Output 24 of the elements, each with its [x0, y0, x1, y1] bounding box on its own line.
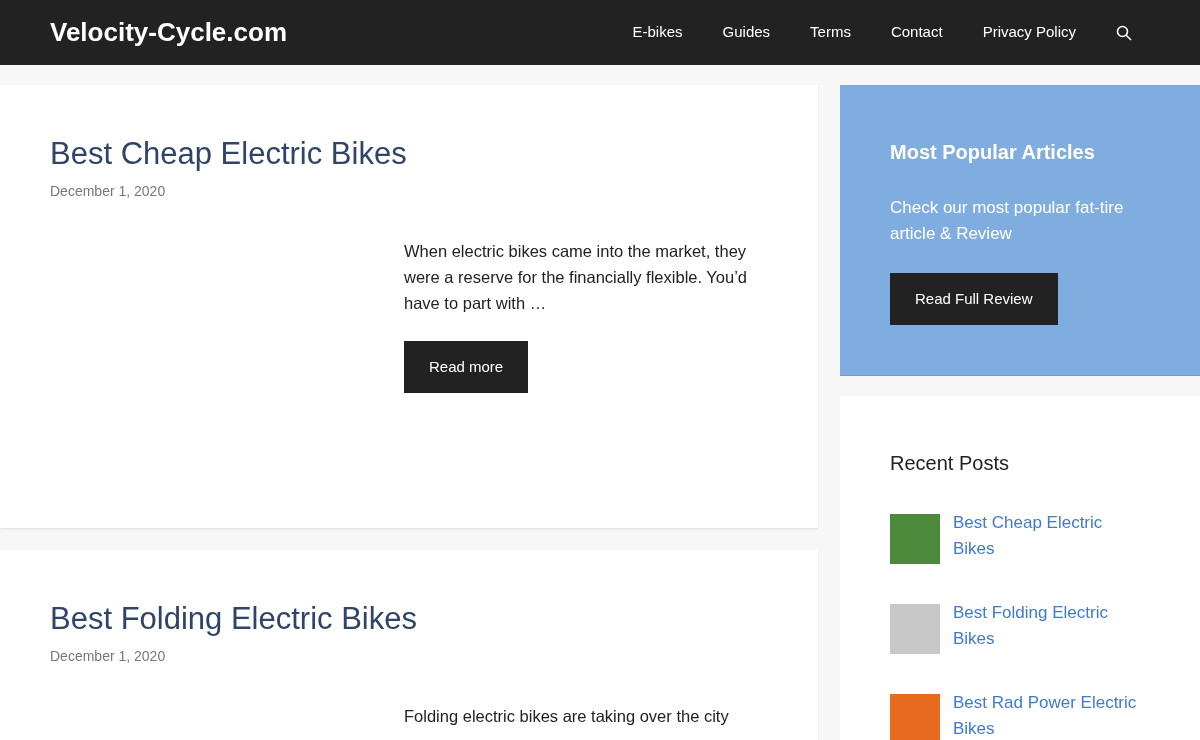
thumbnail-placeholder[interactable] — [890, 514, 940, 564]
post-date: December 1, 2020 — [50, 647, 167, 666]
search-icon[interactable] — [1116, 24, 1132, 41]
post-title[interactable]: Best Folding Electric Bikes — [50, 600, 818, 638]
post-excerpt: When electric bikes came into the market, they were a reserve for the financially flexible. You’d have to part with … — [404, 241, 749, 314]
nav-link[interactable]: Privacy Policy — [962, 21, 1096, 44]
read-more-button[interactable]: Read more — [404, 341, 529, 393]
recent-post-link[interactable]: Best Folding Electric Bikes — [953, 600, 1143, 652]
site-title[interactable]: Velocity-Cycle.com — [50, 13, 287, 52]
post-title[interactable]: Best Cheap Electric Bikes — [50, 135, 818, 173]
nav-link[interactable]: Guides — [702, 21, 791, 44]
recent-post-link[interactable]: Best Cheap Electric Bikes — [953, 510, 1143, 562]
nav-link[interactable]: Contact — [870, 21, 963, 44]
nav-link[interactable]: E-bikes — [612, 21, 703, 44]
promo-text: Check our most popular fat-tire article & Review — [890, 197, 1125, 245]
post-excerpt: Folding electric bikes are taking over the city — [404, 706, 730, 727]
thumbnail-placeholder[interactable] — [890, 604, 940, 654]
read-full-review-button[interactable]: Read Full Review — [890, 273, 1058, 325]
recent-posts-title: Recent Posts — [890, 451, 1010, 476]
post-date: December 1, 2020 — [50, 182, 167, 201]
thumbnail-placeholder[interactable] — [890, 694, 940, 740]
recent-post-link[interactable]: Best Rad Power Electric Bikes — [953, 690, 1143, 740]
promo-title: Most Popular Articles — [890, 140, 1096, 165]
nav-link[interactable]: Terms — [790, 21, 871, 44]
